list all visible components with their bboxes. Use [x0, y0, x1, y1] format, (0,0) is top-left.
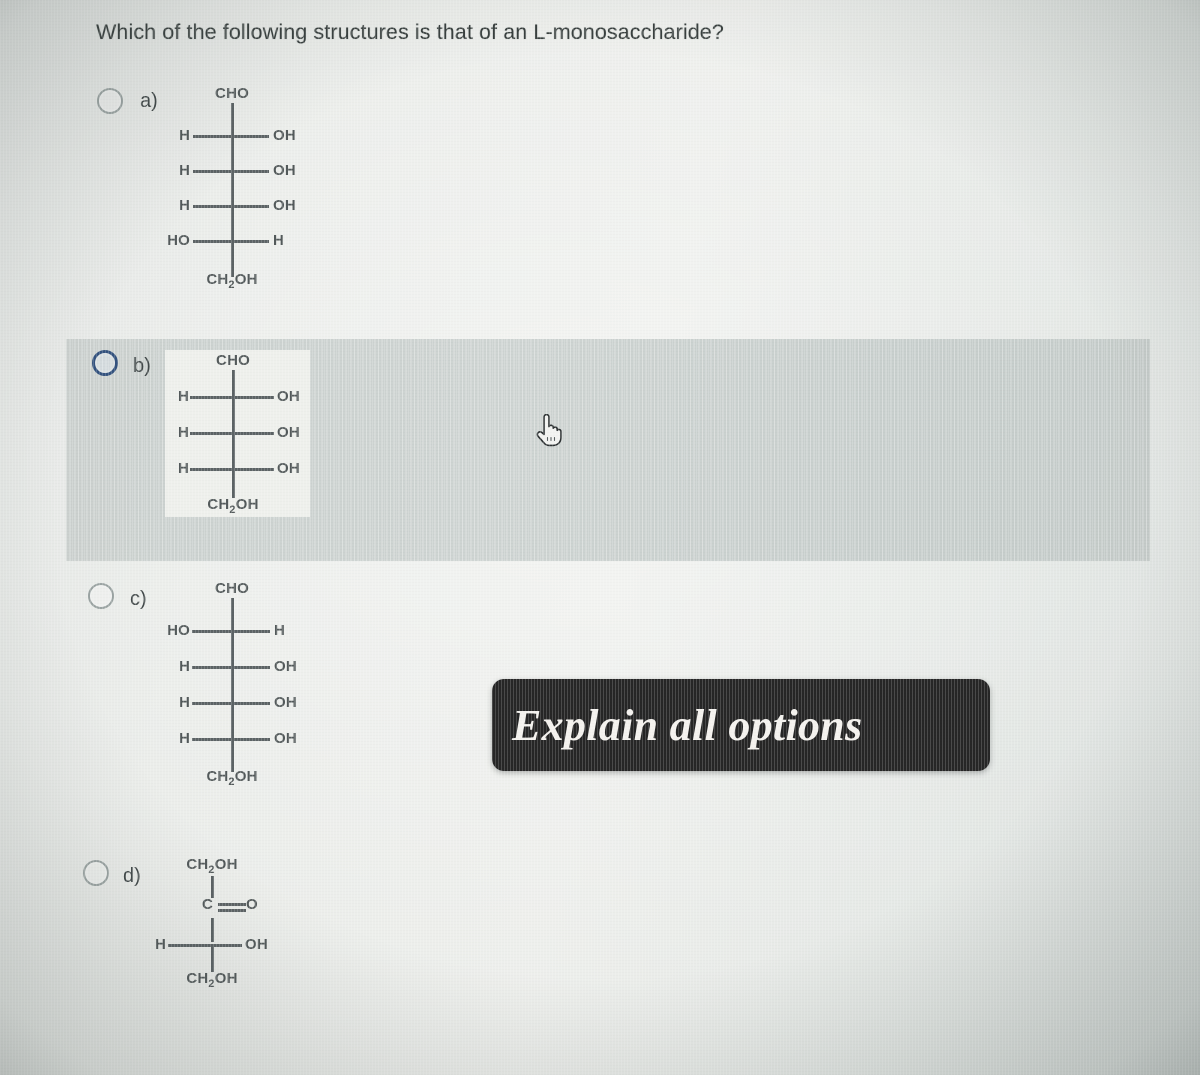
option-letter-c: c) [130, 588, 147, 610]
structure-a-bottom-label: CH2OH [206, 271, 258, 291]
explain-all-options-label: Explain all options [512, 700, 863, 750]
structure-c-right-1: H [274, 622, 286, 639]
structure-b-bond-3 [190, 468, 274, 471]
radio-option-d[interactable] [83, 860, 109, 886]
structure-b-left-2: H [177, 424, 189, 441]
structure-c-right-4: OH [274, 730, 297, 747]
structure-c-bond-4 [192, 738, 270, 741]
structure-c-backbone [231, 598, 234, 772]
option-letter-d: d) [123, 865, 141, 887]
structure-b-bond-1 [190, 396, 274, 399]
structure-c-bond-3 [192, 702, 270, 705]
pointing-hand-cursor [533, 413, 563, 448]
structure-a-bond-4 [193, 240, 269, 243]
structure-d-top-label: CH2OH [186, 856, 238, 876]
structure-a-right-3: OH [273, 197, 296, 214]
structure-a-bond-3 [193, 205, 269, 208]
structure-b-top-label: CHO [216, 352, 250, 369]
structure-c-left-1: HO [167, 622, 190, 639]
structure-a-right-1: OH [273, 127, 296, 144]
structure-d-double-bond-lower [218, 909, 246, 912]
structure-b-bottom-label: CH2OH [207, 496, 259, 516]
radio-option-c[interactable] [88, 583, 114, 609]
option-letter-b: b) [133, 355, 151, 377]
structure-b: CHO H OH H OH H OH CH2OH [165, 350, 310, 517]
structure-d-bond-1 [168, 944, 242, 947]
radio-option-b[interactable] [92, 350, 118, 376]
structure-b-right-3: OH [277, 460, 300, 477]
structure-d: CH2OH C O H OH CH2OH [150, 856, 300, 1001]
structure-b-right-1: OH [277, 388, 300, 405]
question-text: Which of the following structures is tha… [96, 20, 724, 44]
radio-option-a[interactable] [97, 88, 123, 114]
structure-b-right-2: OH [277, 424, 300, 441]
structure-a-left-3: H [178, 197, 190, 214]
structure-a-right-4: H [273, 232, 285, 249]
structure-a-bond-2 [193, 170, 269, 173]
structure-c-left-2: H [178, 658, 190, 675]
structure-b-left-1: H [177, 388, 189, 405]
structure-c-left-4: H [178, 730, 190, 747]
structure-d-bottom-label: CH2OH [186, 970, 238, 990]
structure-a-right-2: OH [273, 162, 296, 179]
structure-a: CHO H OH H OH H OH HO H CH2OH [160, 85, 310, 291]
structure-d-carbonyl-oxygen: O [246, 896, 258, 913]
structure-d-bond-bottom [211, 946, 214, 972]
structure-c-bottom-label: CH2OH [206, 768, 258, 788]
structure-a-left-2: H [178, 162, 190, 179]
structure-a-left-1: H [178, 127, 190, 144]
structure-c-left-3: H [178, 694, 190, 711]
structure-a-backbone [231, 103, 234, 277]
structure-d-bond-top [211, 876, 214, 898]
structure-c-right-2: OH [274, 658, 297, 675]
option-letter-a: a) [140, 90, 158, 112]
structure-a-top-label: CHO [215, 85, 249, 102]
structure-b-left-3: H [177, 460, 189, 477]
structure-c-top-label: CHO [215, 580, 249, 597]
explain-all-options-button[interactable]: Explain all options [492, 679, 990, 771]
structure-d-left-1: H [154, 936, 166, 953]
structure-a-left-4: HO [167, 232, 190, 249]
structure-b-bond-2 [190, 432, 274, 435]
structure-d-right-1: OH [245, 936, 268, 953]
structure-c-bond-1 [192, 630, 270, 633]
structure-d-bond-middle [211, 918, 214, 942]
structure-c-bond-2 [192, 666, 270, 669]
structure-c: CHO HO H H OH H OH H OH CH2OH [150, 580, 305, 788]
structure-c-right-3: OH [274, 694, 297, 711]
structure-a-bond-1 [193, 135, 269, 138]
structure-d-double-bond-upper [218, 903, 246, 906]
structure-d-carbonyl-label: C [202, 896, 214, 913]
